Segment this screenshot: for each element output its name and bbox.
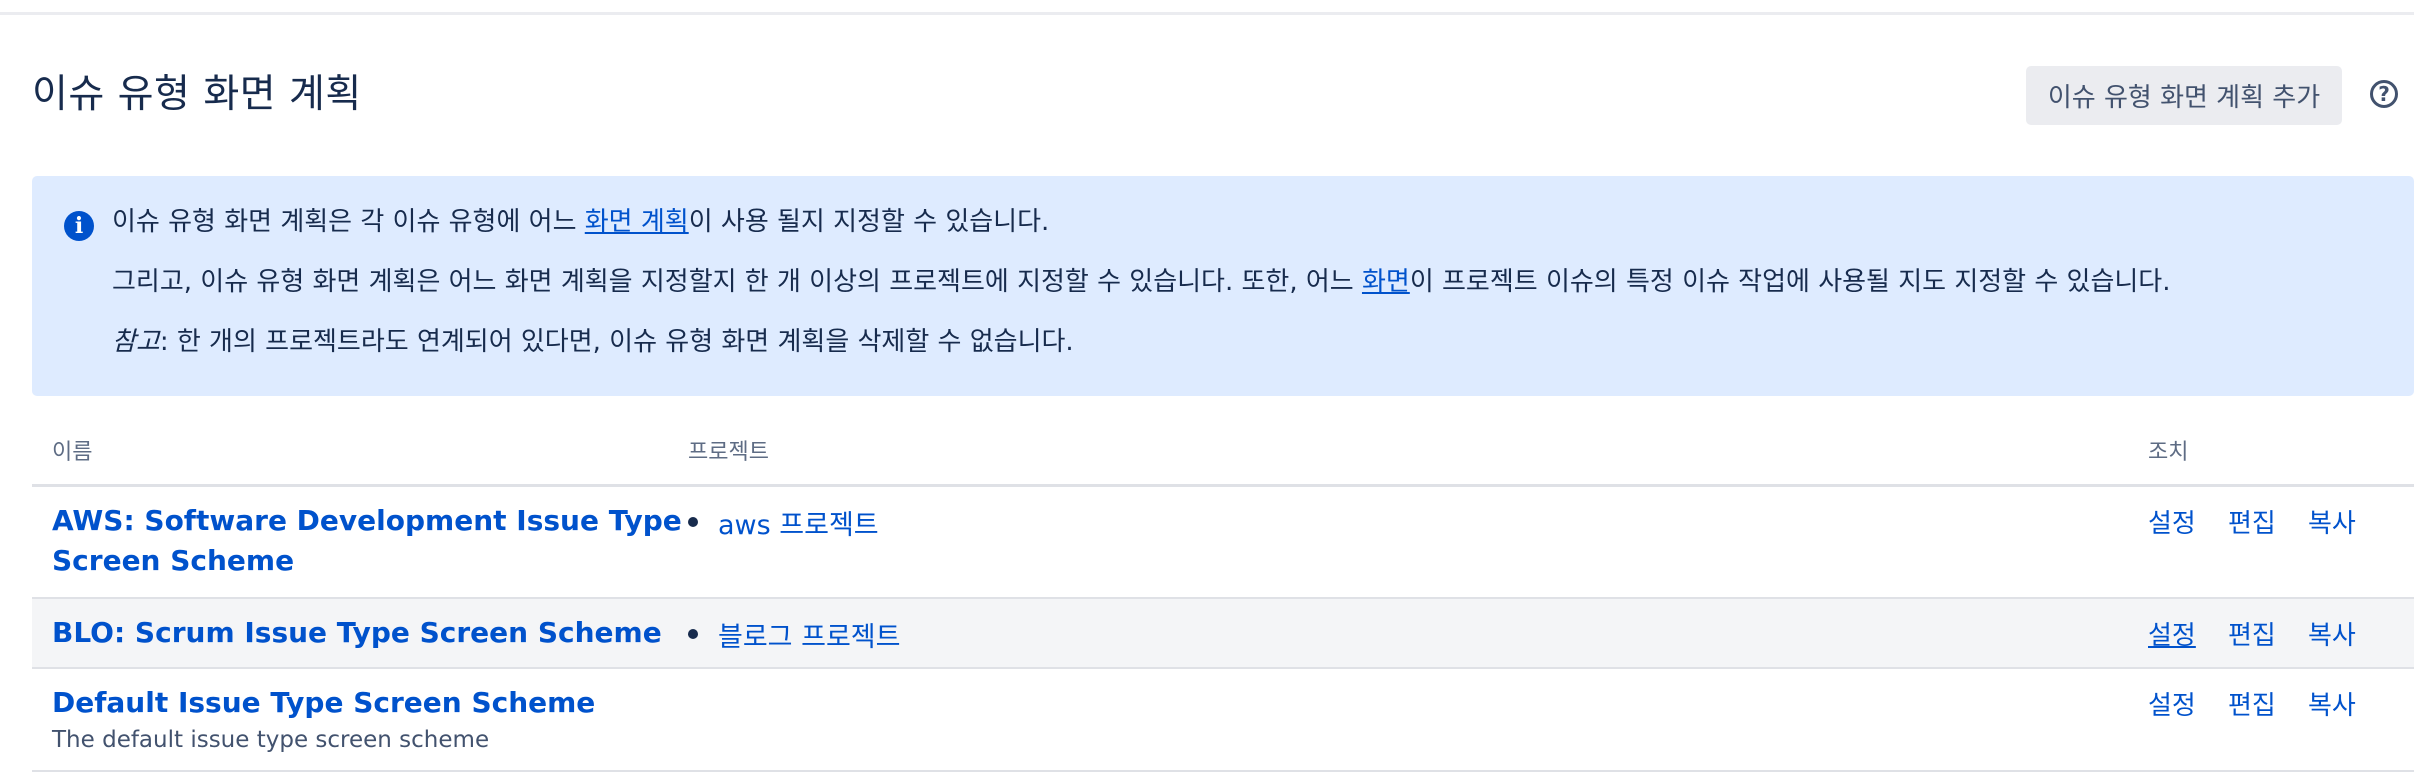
info-line-2-text-end: 이 프로젝트 이슈의 특정 이슈 작업에 사용될 지도 지정할 수 있습니다. xyxy=(1409,267,2171,297)
screen-schemes-link[interactable]: 화면 계획 xyxy=(585,207,689,237)
question-circle-icon[interactable]: ? xyxy=(2370,80,2398,108)
project-link[interactable]: aws 프로젝트 xyxy=(718,503,879,542)
scheme-name-link[interactable]: Default Issue Type Screen Scheme xyxy=(52,683,595,723)
copy-link[interactable]: 복사 xyxy=(2308,615,2356,652)
info-line-3-text: : 한 개의 프로젝트라도 연계되어 있다면, 이슈 유형 화면 계획을 삭제할… xyxy=(159,327,1074,357)
info-line-1-text-end: 이 사용 될지 지정할 수 있습니다. xyxy=(688,207,1050,237)
issue-type-screen-schemes-page: 이슈 유형 화면 계획 이슈 유형 화면 계획 추가 ? i 이슈 유형 화면 … xyxy=(0,0,2414,772)
scheme-name-link[interactable]: AWS: Software Development Issue Type Scr… xyxy=(52,501,682,581)
note-label: 참고 xyxy=(112,327,160,357)
configure-link[interactable]: 설정 xyxy=(2148,685,2196,722)
scheme-name-line-2: Screen Scheme xyxy=(52,544,295,577)
info-line-1: 이슈 유형 화면 계획은 각 이슈 유형에 어느 화면 계획이 사용 될지 지정… xyxy=(112,204,1049,240)
edit-link[interactable]: 편집 xyxy=(2228,503,2276,540)
info-line-1-text-start: 이슈 유형 화면 계획은 각 이슈 유형에 어느 xyxy=(112,207,585,237)
project-link[interactable]: 블로그 프로젝트 xyxy=(718,615,900,654)
copy-link[interactable]: 복사 xyxy=(2308,685,2356,722)
table-row: AWS: Software Development Issue Type Scr… xyxy=(32,487,2414,599)
configure-link[interactable]: 설정 xyxy=(2148,503,2196,540)
screens-link[interactable]: 화면 xyxy=(1362,267,1410,297)
info-line-3: 참고: 한 개의 프로젝트라도 연계되어 있다면, 이슈 유형 화면 계획을 삭… xyxy=(112,324,1074,360)
column-header-name: 이름 xyxy=(52,440,93,465)
edit-link[interactable]: 편집 xyxy=(2228,615,2276,652)
column-header-projects: 프로젝트 xyxy=(688,440,769,465)
info-line-2: 그리고, 이슈 유형 화면 계획은 어느 화면 계획을 지정할지 한 개 이상의… xyxy=(112,264,2170,300)
top-divider xyxy=(0,12,2414,15)
info-message-panel: i 이슈 유형 화면 계획은 각 이슈 유형에 어느 화면 계획이 사용 될지 … xyxy=(32,176,2414,396)
copy-link[interactable]: 복사 xyxy=(2308,503,2356,540)
configure-link[interactable]: 설정 xyxy=(2148,615,2196,652)
add-issue-type-screen-scheme-button[interactable]: 이슈 유형 화면 계획 추가 xyxy=(2026,66,2342,125)
scheme-name-link[interactable]: BLO: Scrum Issue Type Screen Scheme xyxy=(52,613,662,653)
scheme-description: The default issue type screen scheme xyxy=(52,727,490,753)
edit-link[interactable]: 편집 xyxy=(2228,685,2276,722)
scheme-name-line-1: AWS: Software Development Issue Type xyxy=(52,504,682,537)
page-title: 이슈 유형 화면 계획 xyxy=(32,72,362,117)
info-circle-icon: i xyxy=(64,211,94,241)
bullet-icon xyxy=(688,517,698,527)
table-row: BLO: Scrum Issue Type Screen Scheme 블로그 … xyxy=(32,599,2414,669)
table-row: Default Issue Type Screen Scheme The def… xyxy=(32,669,2414,772)
bullet-icon xyxy=(688,629,698,639)
info-line-2-text-start: 그리고, 이슈 유형 화면 계획은 어느 화면 계획을 지정할지 한 개 이상의… xyxy=(112,267,1362,297)
column-header-actions: 조치 xyxy=(2148,440,2189,465)
